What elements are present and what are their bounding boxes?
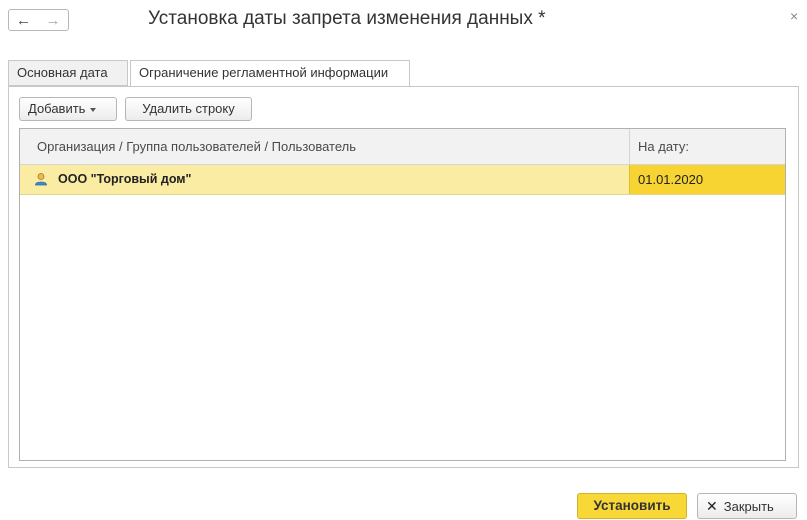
close-button[interactable]: ✕ Закрыть — [697, 493, 797, 519]
back-button[interactable]: ← — [8, 9, 39, 31]
column-header-date[interactable]: На дату: — [629, 129, 785, 164]
table-row[interactable]: ООО "Торговый дом" 01.01.2020 — [20, 165, 785, 195]
window-title: Установка даты запрета изменения данных … — [148, 8, 546, 29]
add-button-label: Добавить — [28, 101, 86, 116]
dropdown-arrow-icon — [90, 107, 97, 112]
tab-main-date[interactable]: Основная дата — [8, 60, 128, 86]
close-icon: ✕ — [706, 498, 718, 514]
user-icon — [35, 173, 47, 186]
close-window-icon[interactable]: × — [790, 8, 798, 24]
restrictions-table: Организация / Группа пользователей / Пол… — [19, 128, 786, 461]
tab-regulatory-info[interactable]: Ограничение регламентной информации — [130, 60, 410, 87]
arrow-left-icon: ← — [16, 11, 31, 29]
table-header: Организация / Группа пользователей / Пол… — [20, 129, 785, 165]
arrow-right-icon: → — [45, 11, 61, 29]
delete-row-button[interactable]: Удалить строку — [125, 97, 252, 121]
date-cell[interactable]: 01.01.2020 — [629, 165, 785, 194]
add-button[interactable]: Добавить — [19, 97, 117, 121]
close-button-label: Закрыть — [723, 499, 774, 514]
organization-cell: ООО "Торговый дом" — [58, 172, 192, 186]
forward-button[interactable]: → — [38, 9, 69, 31]
set-button[interactable]: Установить — [577, 493, 687, 519]
column-header-organization[interactable]: Организация / Группа пользователей / Пол… — [37, 129, 356, 164]
